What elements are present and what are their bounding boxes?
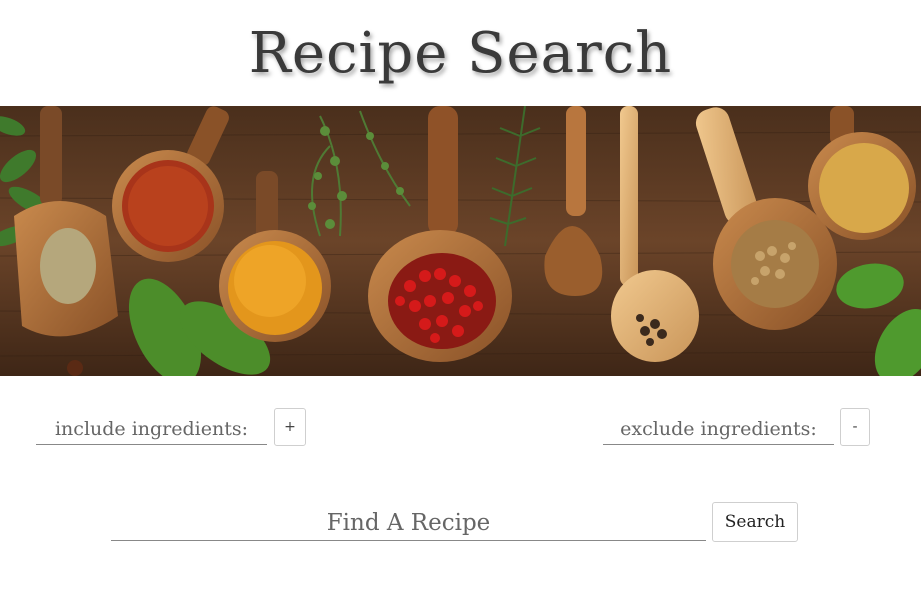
include-ingredients-input[interactable] <box>36 413 267 445</box>
exclude-ingredients-input[interactable] <box>603 413 834 445</box>
page-title: Recipe Search <box>248 21 673 86</box>
recipe-search-input[interactable] <box>111 505 706 541</box>
add-include-ingredient-button[interactable]: + <box>274 408 306 446</box>
add-exclude-ingredient-button[interactable]: - <box>840 408 870 446</box>
search-button[interactable]: Search <box>712 502 798 542</box>
hero-banner-image <box>0 106 921 376</box>
